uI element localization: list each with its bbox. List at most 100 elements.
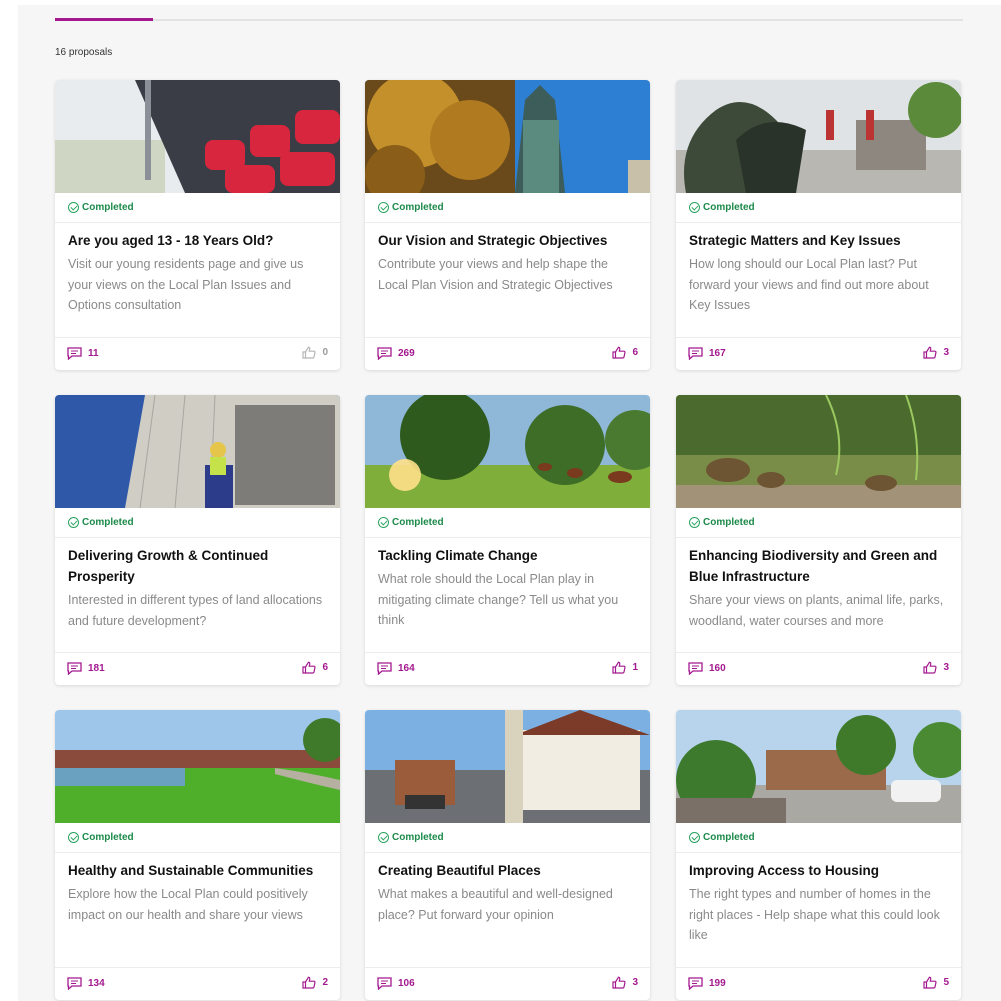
status-label: Completed [392,832,444,843]
proposal-image[interactable] [676,395,961,508]
likes-value: 6 [632,347,638,358]
like-button[interactable]: 2 [302,976,328,989]
proposal-title[interactable]: Healthy and Sustainable Communities [68,860,330,881]
status-badge: Completed [68,517,134,528]
check-circle-icon [378,832,389,843]
status-label: Completed [82,202,134,213]
proposal-title[interactable]: Tackling Climate Change [378,545,640,566]
like-button[interactable]: 6 [612,346,638,359]
status-label: Completed [703,517,755,528]
like-button[interactable]: 6 [302,661,328,674]
like-button[interactable]: 1 [612,661,638,674]
comments-count[interactable]: 269 [377,347,415,360]
comments-count[interactable]: 160 [688,662,726,675]
comment-icon [377,977,392,990]
comments-count[interactable]: 134 [67,977,105,990]
proposal-description: Explore how the Local Plan could positiv… [68,887,308,922]
tab-active-indicator[interactable] [55,18,153,21]
proposal-image[interactable] [55,710,340,823]
card-footer: 160 3 [676,653,961,685]
divider [365,537,650,538]
divider [676,222,961,223]
proposal-image[interactable] [55,80,340,193]
proposal-card[interactable]: Completed Delivering Growth & Continued … [55,395,340,685]
status-badge: Completed [689,202,755,213]
comments-count[interactable]: 164 [377,662,415,675]
comments-count[interactable]: 199 [688,977,726,990]
divider [55,222,340,223]
proposal-count: 16 proposals [55,47,113,58]
comments-count[interactable]: 167 [688,347,726,360]
status-label: Completed [82,517,134,528]
comment-icon [67,977,82,990]
proposal-image[interactable] [676,80,961,193]
likes-value: 3 [632,977,638,988]
status-label: Completed [703,832,755,843]
comments-count[interactable]: 181 [67,662,105,675]
divider [365,222,650,223]
proposal-image[interactable] [365,80,650,193]
divider [55,537,340,538]
status-badge: Completed [378,517,444,528]
proposal-description: Interested in different types of land al… [68,593,323,628]
thumbs-up-icon [612,976,626,989]
thumbs-up-icon [612,346,626,359]
likes-value: 1 [632,662,638,673]
card-footer: 164 1 [365,653,650,685]
check-circle-icon [689,202,700,213]
proposal-card[interactable]: Completed Are you aged 13 - 18 Years Old… [55,80,340,370]
check-circle-icon [378,517,389,528]
check-circle-icon [689,832,700,843]
comments-count[interactable]: 106 [377,977,415,990]
proposal-image[interactable] [365,395,650,508]
proposal-title[interactable]: Enhancing Biodiversity and Green and Blu… [689,545,951,587]
proposal-description: Share your views on plants, animal life,… [689,593,944,628]
proposal-card[interactable]: Completed Tackling Climate Change What r… [365,395,650,685]
card-footer: 269 6 [365,338,650,370]
like-button[interactable]: 3 [612,976,638,989]
divider [676,852,961,853]
thumbs-up-icon [923,976,937,989]
proposal-title[interactable]: Creating Beautiful Places [378,860,640,881]
comment-icon [377,662,392,675]
proposal-title[interactable]: Are you aged 13 - 18 Years Old? [68,230,330,251]
proposal-card[interactable]: Completed Improving Access to Housing Th… [676,710,961,1000]
proposal-card[interactable]: Completed Healthy and Sustainable Commun… [55,710,340,1000]
check-circle-icon [68,517,79,528]
proposal-title[interactable]: Delivering Growth & Continued Prosperity [68,545,330,587]
thumbs-up-icon [302,661,316,674]
like-button[interactable]: 0 [302,346,328,359]
card-footer: 11 0 [55,338,340,370]
proposal-image[interactable] [676,710,961,823]
status-label: Completed [82,832,134,843]
proposal-card[interactable]: Completed Creating Beautiful Places What… [365,710,650,1000]
proposal-card[interactable]: Completed Our Vision and Strategic Objec… [365,80,650,370]
proposal-description: Contribute your views and help shape the… [378,257,613,292]
comment-icon [67,347,82,360]
divider [676,537,961,538]
like-button[interactable]: 5 [923,976,949,989]
like-button[interactable]: 3 [923,661,949,674]
status-badge: Completed [378,832,444,843]
proposal-image[interactable] [365,710,650,823]
proposal-description: How long should our Local Plan last? Put… [689,257,929,312]
card-footer: 134 2 [55,968,340,1000]
proposal-card[interactable]: Completed Strategic Matters and Key Issu… [676,80,961,370]
proposal-title[interactable]: Our Vision and Strategic Objectives [378,230,640,251]
check-circle-icon [68,202,79,213]
status-badge: Completed [689,517,755,528]
check-circle-icon [689,517,700,528]
proposal-title[interactable]: Strategic Matters and Key Issues [689,230,951,251]
proposal-image[interactable] [55,395,340,508]
card-footer: 199 5 [676,968,961,1000]
proposal-title[interactable]: Improving Access to Housing [689,860,951,881]
like-button[interactable]: 3 [923,346,949,359]
comments-value: 106 [398,978,415,989]
comment-icon [688,347,703,360]
comment-icon [688,977,703,990]
proposal-card[interactable]: Completed Enhancing Biodiversity and Gre… [676,395,961,685]
proposal-description: Visit our young residents page and give … [68,257,304,312]
comment-icon [377,347,392,360]
likes-value: 2 [322,977,328,988]
comments-count[interactable]: 11 [67,347,99,360]
